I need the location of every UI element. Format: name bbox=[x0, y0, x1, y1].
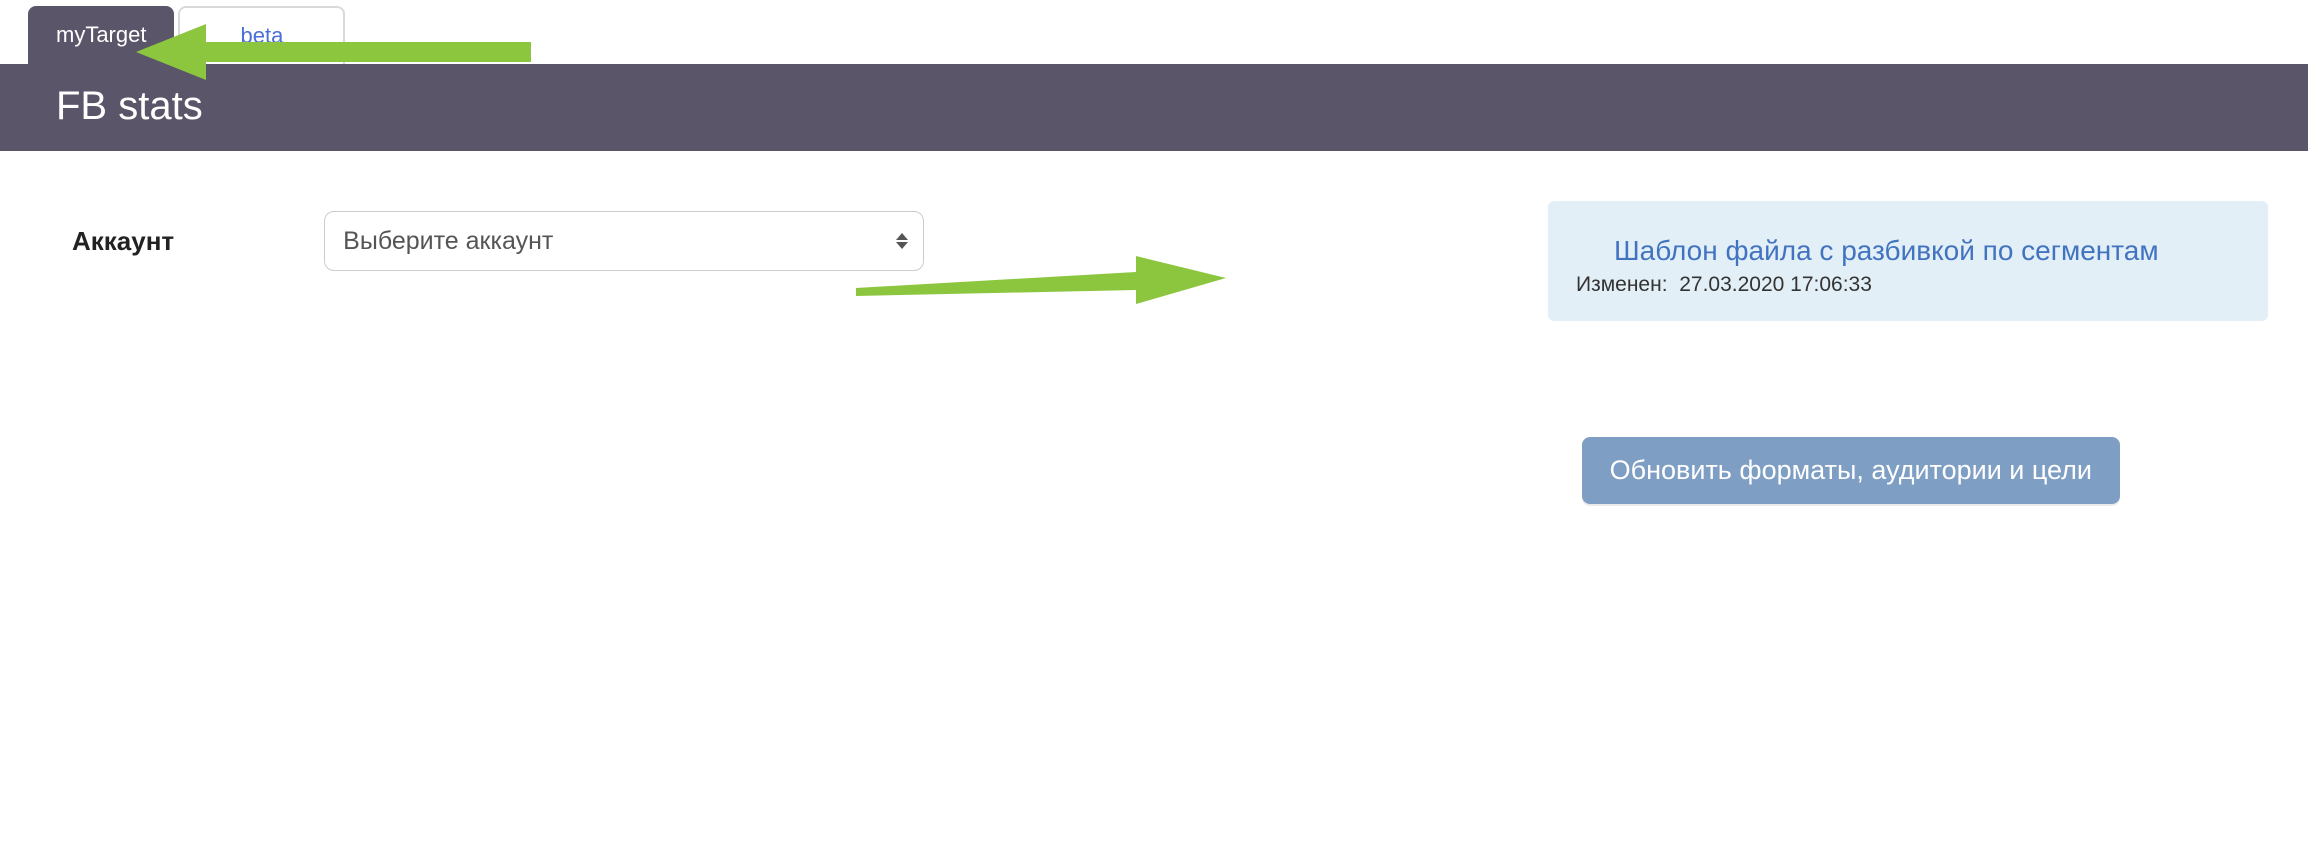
tab-mytarget[interactable]: myTarget bbox=[28, 6, 174, 64]
account-label: Аккаунт bbox=[72, 226, 174, 257]
tabs-row: myTarget beta bbox=[0, 0, 2308, 64]
account-select-wrap: Выберите аккаунт bbox=[324, 211, 924, 271]
template-info-box: Шаблон файла с разбивкой по сегментам Из… bbox=[1548, 201, 2268, 321]
update-button[interactable]: Обновить форматы, аудитории и цели bbox=[1582, 437, 2120, 504]
tab-beta[interactable]: beta bbox=[178, 6, 345, 64]
template-modified-row: Изменен: 27.03.2020 17:06:33 bbox=[1576, 273, 2240, 297]
template-modified-value: 27.03.2020 17:06:33 bbox=[1679, 273, 1872, 296]
page-title: FB stats bbox=[56, 84, 203, 128]
template-link[interactable]: Шаблон файла с разбивкой по сегментам bbox=[1614, 235, 2240, 267]
account-select[interactable]: Выберите аккаунт bbox=[324, 211, 924, 271]
template-modified-label: Изменен: bbox=[1576, 273, 1668, 296]
content-area: Аккаунт Выберите аккаунт Шаблон файла с … bbox=[0, 151, 2308, 331]
page-title-bar: FB stats bbox=[0, 64, 2308, 151]
